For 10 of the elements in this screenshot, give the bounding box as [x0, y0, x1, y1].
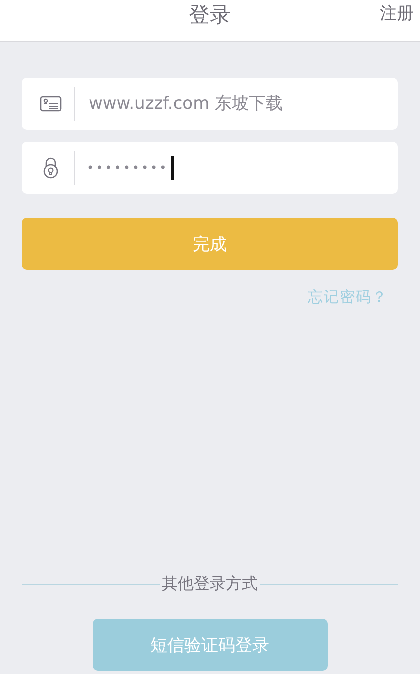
forgot-password-link[interactable]: 忘记密码？ — [308, 288, 388, 307]
register-link[interactable]: 注册 — [380, 2, 414, 26]
username-field[interactable]: www.uzzf.com 东坡下载 — [22, 78, 398, 130]
page-title: 登录 — [189, 2, 231, 29]
submit-button[interactable]: 完成 — [22, 218, 398, 270]
divider-label: 其他登录方式 — [161, 574, 259, 595]
sms-login-button[interactable]: 短信验证码登录 — [92, 619, 328, 671]
username-input[interactable]: www.uzzf.com 东坡下载 — [87, 93, 398, 115]
password-field[interactable]: ••••••••• — [22, 142, 398, 194]
id-card-icon — [40, 96, 62, 112]
